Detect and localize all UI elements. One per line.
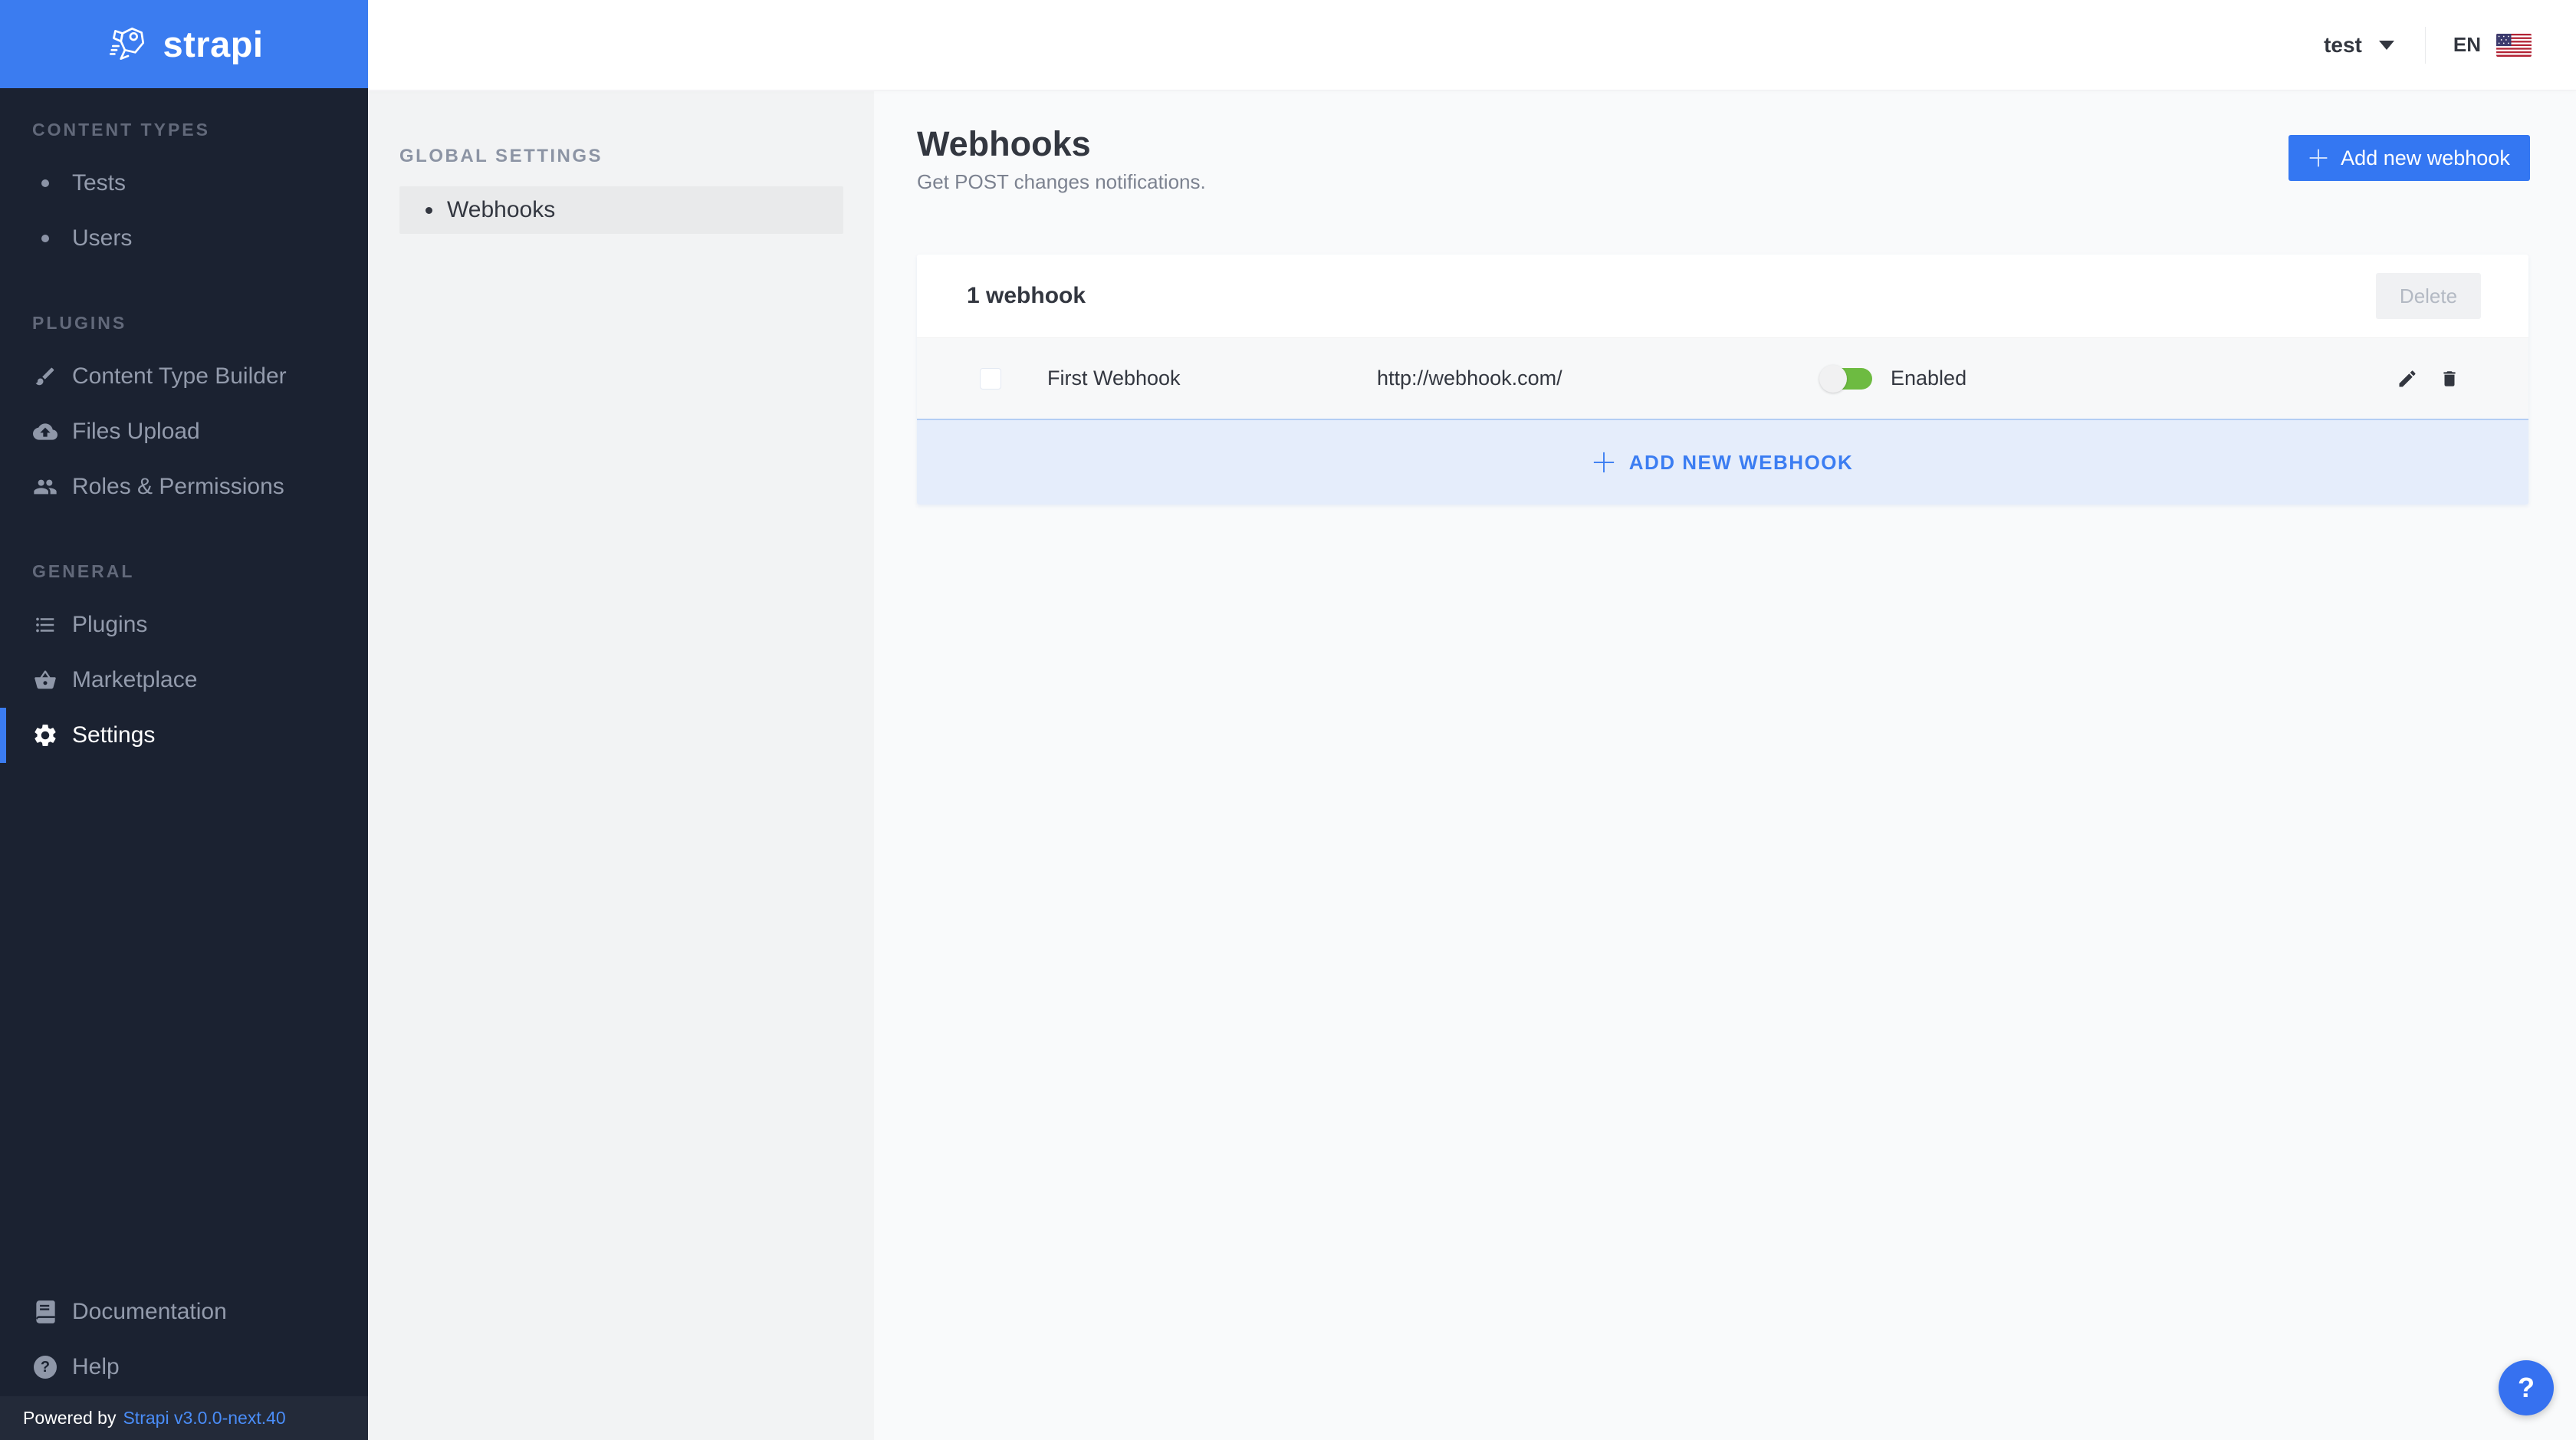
sidebar-item-plugins[interactable]: Plugins: [0, 597, 368, 653]
sidebar-item-content-type-builder[interactable]: Content Type Builder: [0, 349, 368, 404]
sidebar-footer: Documentation ? Help: [0, 1284, 368, 1395]
list-icon: [32, 613, 58, 636]
section-plugins: PLUGINS Content Type Builder Files Uploa…: [0, 309, 368, 515]
sidebar: strapi CONTENT TYPES Tests Users PLUGINS: [0, 0, 368, 1440]
webhook-status: Enabled: [1891, 367, 1967, 390]
add-new-webhook-label: Add new webhook: [2341, 146, 2510, 170]
plus-icon: [1592, 451, 1615, 474]
question-icon: ?: [32, 1356, 58, 1379]
sidebar-item-label: Documentation: [72, 1299, 227, 1325]
plus-icon: [2308, 148, 2328, 168]
trash-icon[interactable]: [2440, 368, 2459, 390]
bullet-icon: [32, 179, 58, 187]
sidebar-item-label: Files Upload: [72, 419, 200, 445]
app-root: strapi CONTENT TYPES Tests Users PLUGINS: [0, 0, 2576, 1440]
topbar: test EN: [368, 0, 2576, 90]
bullet-icon: [32, 235, 58, 242]
add-new-webhook-button[interactable]: Add new webhook: [2288, 135, 2530, 181]
webhook-name: First Webhook: [1047, 367, 1377, 390]
locale-code: EN: [2453, 33, 2481, 57]
row-checkbox[interactable]: [980, 368, 1001, 390]
sidebar-item-help[interactable]: ? Help: [0, 1340, 368, 1395]
delete-button[interactable]: Delete: [2376, 273, 2481, 319]
strapi-rocket-icon: [105, 22, 150, 67]
edit-pencil-icon[interactable]: [2397, 368, 2418, 390]
powered-by-text: Powered by: [23, 1408, 116, 1428]
settings-nav-item-webhooks[interactable]: Webhooks: [399, 186, 843, 234]
bullet-icon: [426, 207, 432, 214]
settings-panel: GLOBAL SETTINGS Webhooks: [368, 91, 874, 1440]
sidebar-item-label: Marketplace: [72, 667, 197, 693]
sidebar-item-documentation[interactable]: Documentation: [0, 1284, 368, 1340]
users-icon: [32, 475, 58, 499]
add-webhook-row-label: ADD NEW WEBHOOK: [1629, 451, 1854, 475]
sidebar-item-label: Content Type Builder: [72, 363, 287, 390]
sidebar-item-label: Tests: [72, 170, 126, 196]
gear-icon: [32, 723, 58, 748]
webhook-count: 1 webhook: [967, 283, 1086, 309]
powered-by-bar: Powered by Strapi v3.0.0-next.40: [0, 1396, 368, 1440]
webhooks-card: 1 webhook Delete First Webhook http://we…: [917, 255, 2528, 505]
section-label: CONTENT TYPES: [0, 116, 368, 143]
brand-name: strapi: [163, 23, 264, 65]
help-fab-button[interactable]: ?: [2499, 1360, 2554, 1415]
sidebar-nav: CONTENT TYPES Tests Users PLUGINS Cont: [0, 88, 368, 763]
basket-icon: [32, 669, 58, 692]
page-subtitle: Get POST changes notifications.: [917, 169, 1206, 194]
page-header: Webhooks Get POST changes notifications.…: [917, 123, 2530, 194]
webhooks-card-header: 1 webhook Delete: [917, 255, 2528, 337]
add-webhook-row[interactable]: ADD NEW WEBHOOK: [917, 419, 2528, 505]
sidebar-item-label: Plugins: [72, 612, 147, 638]
sidebar-item-settings[interactable]: Settings: [0, 708, 368, 763]
toggle-knob: [1819, 365, 1847, 393]
enabled-toggle[interactable]: [1822, 368, 1872, 390]
settings-nav-item-label: Webhooks: [447, 197, 555, 223]
topbar-divider: [2425, 27, 2426, 64]
us-flag-icon: [2496, 34, 2532, 57]
page-title: Webhooks: [917, 123, 1206, 165]
webhook-url: http://webhook.com/: [1377, 367, 1822, 390]
logo[interactable]: strapi: [0, 0, 368, 88]
book-icon: [32, 1300, 58, 1323]
brush-icon: [32, 365, 58, 388]
sidebar-item-tests[interactable]: Tests: [0, 156, 368, 211]
section-general: GENERAL Plugins Marketplace: [0, 557, 368, 763]
username: test: [2324, 33, 2362, 58]
webhook-row[interactable]: First Webhook http://webhook.com/ Enable…: [917, 337, 2528, 419]
sidebar-item-label: Roles & Permissions: [72, 474, 284, 500]
sidebar-item-marketplace[interactable]: Marketplace: [0, 653, 368, 708]
sidebar-item-label: Settings: [72, 722, 155, 748]
strapi-version-link[interactable]: Strapi v3.0.0-next.40: [123, 1408, 285, 1428]
section-content-types: CONTENT TYPES Tests Users: [0, 116, 368, 266]
section-label: PLUGINS: [0, 309, 368, 337]
sidebar-item-roles-permissions[interactable]: Roles & Permissions: [0, 459, 368, 515]
section-label: GENERAL: [0, 557, 368, 585]
row-actions: [2397, 368, 2459, 390]
sidebar-item-files-upload[interactable]: Files Upload: [0, 404, 368, 459]
cloud-upload-icon: [32, 419, 58, 444]
sidebar-item-label: Users: [72, 225, 132, 252]
locale-switcher[interactable]: EN: [2453, 33, 2532, 57]
main-content: Webhooks Get POST changes notifications.…: [874, 91, 2576, 1440]
chevron-down-icon: [2379, 41, 2394, 50]
global-settings-label: GLOBAL SETTINGS: [399, 145, 843, 168]
user-menu[interactable]: test: [2324, 33, 2394, 58]
sidebar-item-label: Help: [72, 1354, 120, 1380]
sidebar-item-users[interactable]: Users: [0, 211, 368, 266]
